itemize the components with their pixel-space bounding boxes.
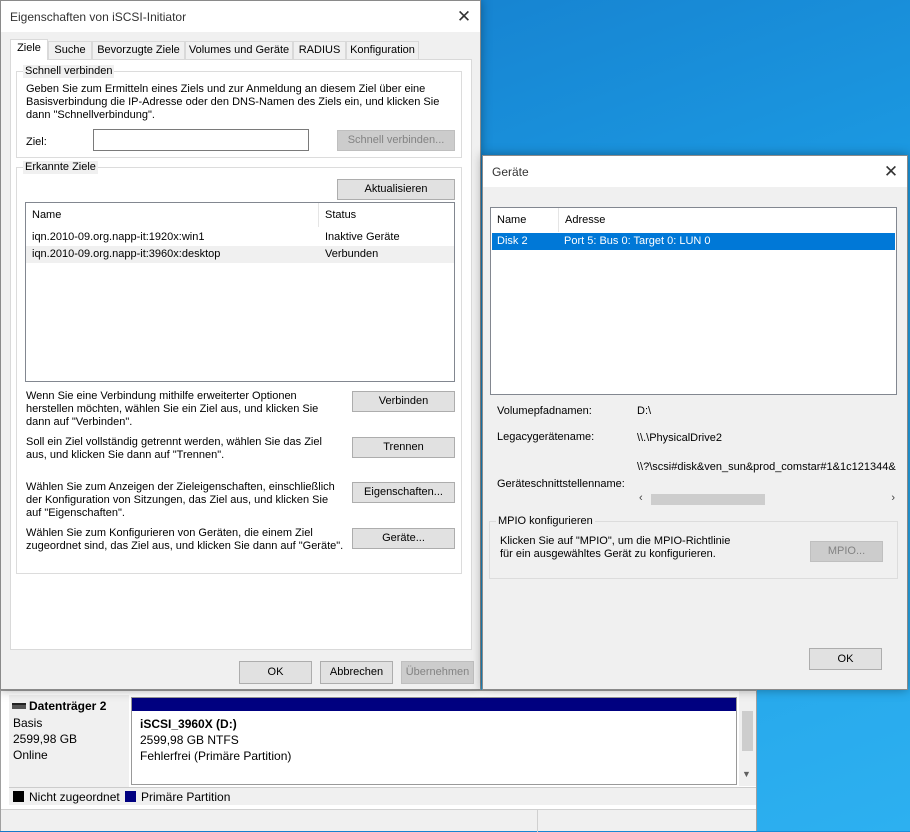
window-title: Eigenschaften von iSCSI-Initiator [10,10,187,24]
disconnect-button[interactable]: Trennen [352,437,455,458]
target-label: Ziel: [26,136,47,148]
disk-type: Basis [13,716,43,730]
target-name: iqn.2010-09.org.napp-it:1920x:win1 [32,231,205,243]
column-header-name[interactable]: Name [491,208,559,232]
table-row[interactable]: iqn.2010-09.org.napp-it:1920x:win1 Inakt… [26,229,454,246]
iscsi-initiator-window: Eigenschaften von iSCSI-Initiator ✕ Ziel… [0,0,481,690]
quick-connect-desc-1: Geben Sie zum Ermitteln eines Ziels und … [26,83,426,95]
column-header-status[interactable]: Status [319,203,454,227]
volume-name: iSCSI_3960X (D:) [140,717,237,731]
mpio-group: MPIO konfigurieren Klicken Sie auf "MPIO… [489,515,898,579]
title-bar[interactable]: Eigenschaften von iSCSI-Initiator ✕ [1,1,480,32]
mpio-group-title: MPIO konfigurieren [496,515,595,528]
legend-unallocated: Nicht zugeordnet [29,790,120,804]
horizontal-scrollbar[interactable]: ‹ › [637,492,897,506]
devices-window-title: Geräte [492,165,529,179]
devices-desc-1: Wählen Sie zum Konfigurieren von Geräten… [26,527,313,539]
ok-button[interactable]: OK [809,648,882,670]
close-icon[interactable]: ✕ [875,156,907,187]
scroll-down-icon[interactable]: ▼ [742,769,751,779]
target-status: Verbunden [325,248,379,260]
quick-connect-button[interactable]: Schnell verbinden... [337,130,455,151]
properties-desc-2: der Konfiguration von Sitzungen, das Zie… [26,494,329,506]
target-name: iqn.2010-09.org.napp-it:3960x:desktop [32,248,221,260]
column-header-address[interactable]: Adresse [559,208,896,232]
connect-desc-1: Wenn Sie eine Verbindung mithilfe erweit… [26,390,297,402]
legacy-name-label: Legacygerätename: [497,431,595,443]
targets-list[interactable]: Name Status iqn.2010-09.org.napp-it:1920… [25,202,455,382]
scroll-thumb[interactable] [651,494,765,505]
disk-management-window: Datenträger 2 Basis 2599,98 GB Online iS… [0,690,757,832]
tab-suche[interactable]: Suche [48,41,92,60]
table-row[interactable]: Disk 2 Port 5: Bus 0: Target 0: LUN 0 [492,233,895,250]
disk-size: 2599,98 GB [13,732,78,746]
disk-name: Datenträger 2 [29,699,107,713]
tab-bevorzugte-ziele[interactable]: Bevorzugte Ziele [92,41,185,60]
disconnect-desc-1: Soll ein Ziel vollständig getrennt werde… [26,436,322,448]
disk-state: Online [13,748,48,762]
volume-health: Fehlerfrei (Primäre Partition) [140,749,292,763]
legend-primary-swatch [125,791,136,802]
tab-ziele[interactable]: Ziele [10,39,48,60]
ok-button[interactable]: OK [239,661,312,684]
connect-desc-2: herstellen möchten, wählen Sie ein Ziel … [26,403,319,415]
apply-button[interactable]: Übernehmen [401,661,474,684]
legend-bar: Nicht zugeordnet Primäre Partition [9,787,756,805]
scroll-thumb[interactable] [742,711,753,751]
refresh-button[interactable]: Aktualisieren [337,179,455,200]
disconnect-desc-2: aus, und klicken Sie dann auf "Trennen". [26,449,225,461]
partition-bar [132,698,736,711]
volume-block[interactable]: iSCSI_3960X (D:) 2599,98 GB NTFS Fehlerf… [131,697,737,785]
tab-radius[interactable]: RADIUS [293,41,346,60]
volume-path-value: D:\ [637,405,652,417]
tab-konfiguration[interactable]: Konfiguration [346,41,419,60]
disk-icon [12,703,26,709]
devices-window: Geräte ✕ Name Adresse Disk 2 Port 5: Bus… [482,155,908,690]
ziele-panel: Schnell verbinden Geben Sie zum Ermittel… [10,59,472,650]
devices-button[interactable]: Geräte... [352,528,455,549]
legacy-name-value: \\.\PhysicalDrive2 [637,432,722,444]
volume-size: 2599,98 GB NTFS [140,733,239,747]
cancel-button[interactable]: Abbrechen [320,661,393,684]
device-address: Port 5: Bus 0: Target 0: LUN 0 [564,235,711,247]
disk-info-panel[interactable]: Datenträger 2 Basis 2599,98 GB Online [9,695,129,790]
properties-desc-1: Wählen Sie zum Anzeigen der Zieleigensch… [26,481,335,493]
quick-connect-group: Schnell verbinden Geben Sie zum Ermittel… [16,65,462,158]
devices-desc-2: zugeordnet sind, das Ziel aus, und klick… [26,540,344,552]
scroll-right-icon[interactable]: › [891,492,895,504]
properties-button[interactable]: Eigenschaften... [352,482,455,503]
target-status: Inaktive Geräte [325,231,400,243]
mpio-desc-2: für ein ausgewähltes Gerät zu konfigurie… [500,548,716,560]
devices-list[interactable]: Name Adresse Disk 2 Port 5: Bus 0: Targe… [490,207,897,395]
connect-desc-3: dann auf "Verbinden". [26,416,133,428]
device-name: Disk 2 [497,235,528,247]
legend-primary: Primäre Partition [141,790,231,804]
scroll-left-icon[interactable]: ‹ [639,492,643,504]
quick-connect-title: Schnell verbinden [23,65,115,78]
interface-name-label: Geräteschnittstellenname: [497,478,625,490]
legend-unallocated-swatch [13,791,24,802]
mpio-button[interactable]: MPIO... [810,541,883,562]
interface-name-field[interactable]: \\?\scsi#disk&ven_sun&prod_comstar#1&1c1… [637,461,897,475]
vertical-scrollbar[interactable]: ▼ [739,691,756,786]
discovered-targets-group: Erkannte Ziele Aktualisieren Name Status… [16,161,462,574]
quick-connect-desc-2: Basisverbindung die IP-Adresse oder den … [26,96,440,108]
volume-path-label: Volumepfadnamen: [497,405,592,417]
devices-title-bar[interactable]: Geräte ✕ [483,156,907,187]
column-header-name[interactable]: Name [26,203,319,227]
mpio-desc-1: Klicken Sie auf "MPIO", um die MPIO-Rich… [500,535,731,547]
close-icon[interactable]: ✕ [448,1,480,32]
properties-desc-3: auf "Eigenschaften". [26,507,125,519]
interface-name-value: \\?\scsi#disk&ven_sun&prod_comstar#1&1c1… [637,461,896,473]
quick-connect-desc-3: dann "Schnellverbindung". [26,109,155,121]
target-input[interactable] [93,129,309,151]
connect-button[interactable]: Verbinden [352,391,455,412]
status-bar [1,809,756,832]
table-row[interactable]: iqn.2010-09.org.napp-it:3960x:desktop Ve… [26,246,454,263]
tab-volumes-und-geraete[interactable]: Volumes und Geräte [185,41,293,60]
discovered-targets-title: Erkannte Ziele [23,161,98,174]
